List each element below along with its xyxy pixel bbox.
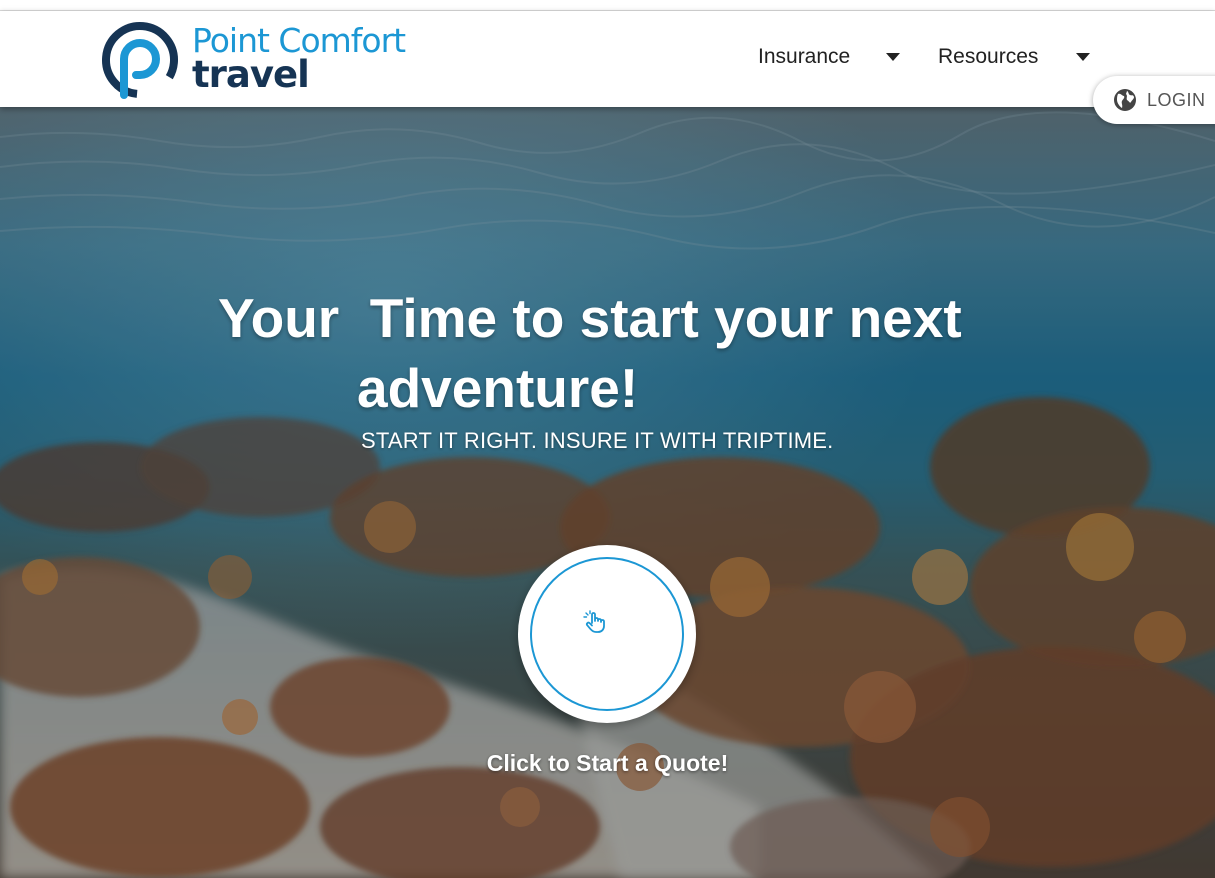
globe-icon	[1114, 89, 1136, 111]
nav-insurance[interactable]: Insurance	[758, 45, 901, 69]
caret-down-icon	[1076, 53, 1091, 61]
nav-resources[interactable]: Resources	[938, 45, 1091, 69]
brand-wordmark: Point Comfort travel	[192, 21, 406, 96]
hero-subheadline: START IT RIGHT. INSURE IT WITH TRIPTIME.	[361, 428, 834, 453]
p-logo-icon	[102, 22, 178, 99]
quote-button-ring	[530, 557, 684, 711]
pointer-hand-icon	[583, 610, 605, 633]
hero-section: Your Time to start your next adventure! …	[0, 107, 1215, 878]
nav-insurance-label: Insurance	[758, 45, 851, 68]
nav-resources-label: Resources	[938, 45, 1039, 68]
start-quote-caption-text: Click to Start a Quote!	[486, 750, 729, 776]
start-quote-button[interactable]	[518, 545, 696, 723]
caret-down-icon	[886, 53, 901, 61]
hero-headline-line2: adventure!	[357, 357, 639, 419]
start-quote-caption[interactable]: Click to Start a Quote!	[0, 750, 1215, 777]
login-button[interactable]: LOGIN	[1093, 76, 1215, 124]
login-label: LOGIN	[1147, 89, 1206, 110]
hero-headline-line1: Your Time to start your next	[218, 287, 962, 349]
brand-logo[interactable]: Point Comfort travel	[100, 21, 440, 101]
hero-headline: Your Time to start your next adventure!	[218, 283, 998, 423]
brand-name-line2: travel	[192, 53, 310, 96]
top-strip	[0, 0, 1215, 11]
site-header: Point Comfort travel Insurance Resources	[0, 11, 1215, 107]
